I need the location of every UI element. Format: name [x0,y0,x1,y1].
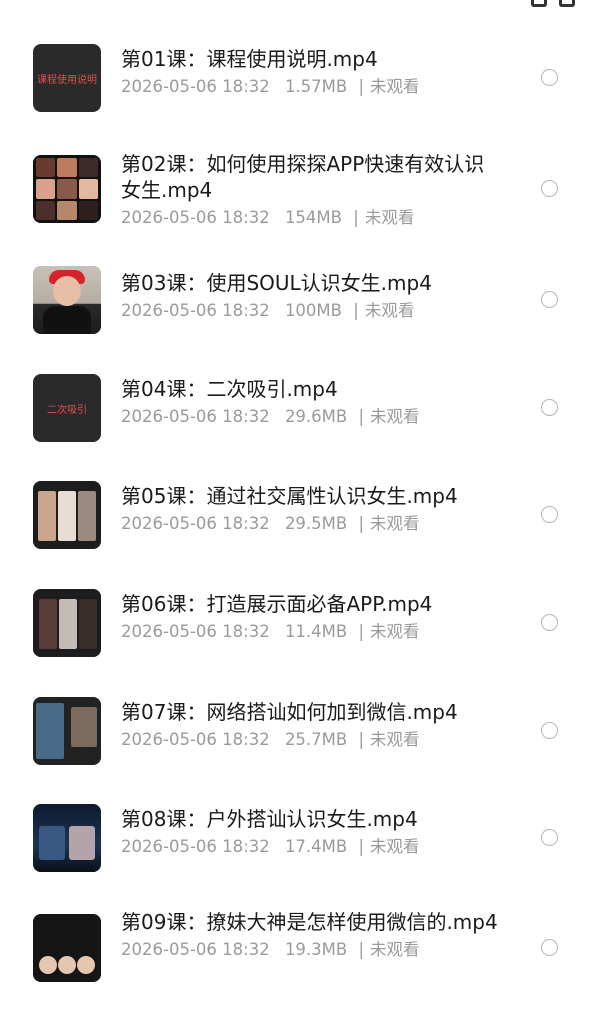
select-radio[interactable] [541,69,558,86]
select-radio[interactable] [541,829,558,846]
file-size: 17.4MB [284,837,348,856]
item-info: 第07课：网络搭讪如何加到微信.mp4 2026-05-06 18:32 25.… [121,699,501,751]
list-item[interactable]: 第05课：通过社交属性认识女生.mp4 2026-05-06 18:32 29.… [0,481,605,549]
file-size: 1.57MB [284,77,348,96]
select-radio[interactable] [541,614,558,631]
file-size: 154MB [284,208,342,227]
file-date: 2026-05-06 18:32 [121,940,270,959]
meta-separator: | [358,514,365,533]
file-meta: 2026-05-06 18:32 100MB | 未观看 [121,300,501,322]
file-meta: 2026-05-06 18:32 154MB | 未观看 [121,207,501,229]
file-title: 第04课：二次吸引.mp4 [121,377,338,401]
top-toolbar-cutoff [531,0,575,7]
list-item[interactable]: 第02课：如何使用探探APP快速有效认识女生.mp4 2026-05-06 18… [0,152,605,227]
video-thumbnail [33,697,101,765]
file-date: 2026-05-06 18:32 [121,622,270,641]
item-info: 第06课：打造展示面必备APP.mp4 2026-05-06 18:32 11.… [121,591,501,643]
video-thumbnail [33,266,101,334]
watch-status: 未观看 [370,77,420,96]
file-meta: 2026-05-06 18:32 11.4MB | 未观看 [121,621,501,643]
file-meta: 2026-05-06 18:32 29.5MB | 未观看 [121,513,501,535]
select-radio[interactable] [541,506,558,523]
file-title: 第07课：网络搭讪如何加到微信.mp4 [121,700,458,724]
file-meta: 2026-05-06 18:32 1.57MB | 未观看 [121,76,501,98]
toolbar-icon-partial [531,0,547,7]
file-title: 第02课：如何使用探探APP快速有效认识女生.mp4 [121,152,485,202]
video-thumbnail: 课程使用说明 [33,44,101,112]
video-thumbnail [33,804,101,872]
video-thumbnail [33,589,101,657]
watch-status: 未观看 [370,622,420,641]
file-meta: 2026-05-06 18:32 25.7MB | 未观看 [121,729,501,751]
file-date: 2026-05-06 18:32 [121,208,270,227]
list-item[interactable]: 第06课：打造展示面必备APP.mp4 2026-05-06 18:32 11.… [0,589,605,657]
select-radio[interactable] [541,291,558,308]
item-info: 第04课：二次吸引.mp4 2026-05-06 18:32 29.6MB | 未… [121,376,501,428]
meta-separator: | [358,837,365,856]
file-date: 2026-05-06 18:32 [121,301,270,320]
meta-separator: | [358,407,365,426]
meta-separator: | [358,77,365,96]
file-size: 11.4MB [284,622,348,641]
select-radio[interactable] [541,722,558,739]
file-title: 第09课：撩妹大神是怎样使用微信的.mp4 [121,910,498,934]
file-date: 2026-05-06 18:32 [121,514,270,533]
meta-separator: | [358,730,365,749]
video-thumbnail [33,914,101,982]
list-item[interactable]: 第09课：撩妹大神是怎样使用微信的.mp4 2026-05-06 18:32 1… [0,910,605,982]
list-item[interactable]: 二次吸引 第04课：二次吸引.mp4 2026-05-06 18:32 29.6… [0,374,605,442]
select-radio[interactable] [541,180,558,197]
video-thumbnail: 二次吸引 [33,374,101,442]
file-meta: 2026-05-06 18:32 17.4MB | 未观看 [121,836,501,858]
watch-status: 未观看 [364,208,415,227]
file-meta: 2026-05-06 18:32 19.3MB | 未观看 [121,939,501,961]
item-info: 第05课：通过社交属性认识女生.mp4 2026-05-06 18:32 29.… [121,483,501,535]
video-thumbnail [33,481,101,549]
thumbnail-caption: 二次吸引 [47,404,87,416]
file-meta: 2026-05-06 18:32 29.6MB | 未观看 [121,406,501,428]
watch-status: 未观看 [370,514,420,533]
list-item[interactable]: 第08课：户外搭讪认识女生.mp4 2026-05-06 18:32 17.4M… [0,804,605,872]
item-info: 第03课：使用SOUL认识女生.mp4 2026-05-06 18:32 100… [121,270,501,322]
file-title: 第06课：打造展示面必备APP.mp4 [121,592,433,616]
file-title: 第08课：户外搭讪认识女生.mp4 [121,807,418,831]
list-item[interactable]: 课程使用说明 第01课：课程使用说明.mp4 2026-05-06 18:32 … [0,44,605,112]
file-size: 100MB [284,301,342,320]
meta-separator: | [353,208,359,227]
file-date: 2026-05-06 18:32 [121,730,270,749]
meta-separator: | [353,301,359,320]
select-radio[interactable] [541,939,558,956]
watch-status: 未观看 [370,407,420,426]
watch-status: 未观看 [370,940,420,959]
select-radio[interactable] [541,399,558,416]
file-size: 29.5MB [284,514,348,533]
file-size: 19.3MB [284,940,348,959]
watch-status: 未观看 [364,301,415,320]
file-title: 第05课：通过社交属性认识女生.mp4 [121,484,458,508]
video-thumbnail [33,155,101,223]
file-title: 第01课：课程使用说明.mp4 [121,47,378,71]
meta-separator: | [358,940,365,959]
file-size: 25.7MB [284,730,348,749]
file-date: 2026-05-06 18:32 [121,77,270,96]
watch-status: 未观看 [370,837,420,856]
watch-status: 未观看 [370,730,420,749]
list-item[interactable]: 第07课：网络搭讪如何加到微信.mp4 2026-05-06 18:32 25.… [0,697,605,765]
item-info: 第09课：撩妹大神是怎样使用微信的.mp4 2026-05-06 18:32 1… [121,909,501,961]
file-date: 2026-05-06 18:32 [121,837,270,856]
file-title: 第03课：使用SOUL认识女生.mp4 [121,271,432,295]
thumbnail-caption: 课程使用说明 [37,74,97,86]
toolbar-icon-partial-2 [559,0,575,7]
file-size: 29.6MB [284,407,348,426]
file-date: 2026-05-06 18:32 [121,407,270,426]
item-info: 第01课：课程使用说明.mp4 2026-05-06 18:32 1.57MB … [121,46,501,98]
list-item[interactable]: 第03课：使用SOUL认识女生.mp4 2026-05-06 18:32 100… [0,266,605,334]
meta-separator: | [358,622,365,641]
item-info: 第02课：如何使用探探APP快速有效认识女生.mp4 2026-05-06 18… [121,151,501,229]
item-info: 第08课：户外搭讪认识女生.mp4 2026-05-06 18:32 17.4M… [121,806,501,858]
